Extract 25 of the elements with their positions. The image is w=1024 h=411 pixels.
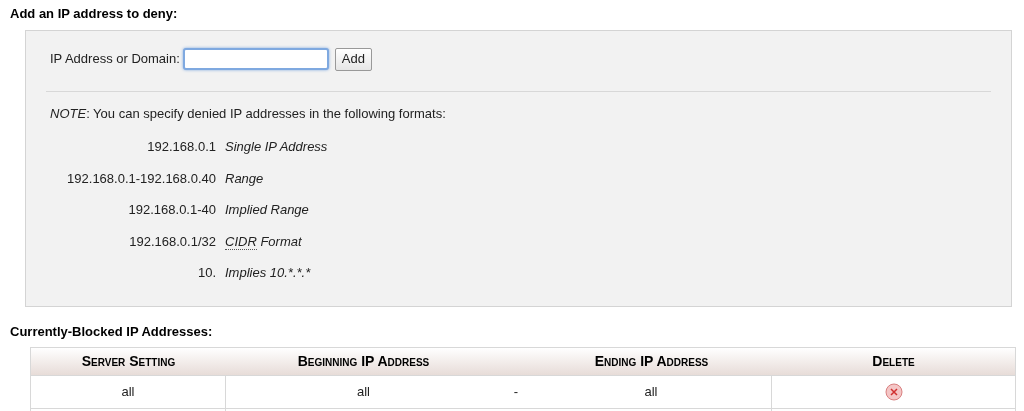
format-description: Range	[225, 169, 264, 188]
table-cell-text: all	[356, 383, 371, 402]
table-cell: all	[31, 376, 226, 408]
column-header: Server Setting	[80, 352, 177, 371]
format-description: Implies 10.*.*.*	[225, 264, 311, 282]
format-description: Implied Range	[225, 201, 309, 219]
format-description: Single IP Address	[225, 138, 328, 156]
format-example: 192.168.0.1	[146, 138, 216, 156]
range-dash: -	[512, 383, 520, 402]
column-header: Delete	[871, 352, 916, 371]
column-header: Beginning IP Address	[296, 352, 431, 371]
table-cell: all	[531, 376, 772, 408]
section-heading: Currently-Blocked IP Addresses:	[9, 322, 214, 341]
column-header: Ending IP Address	[593, 352, 710, 371]
note-text: NOTE: You can specify denied IP addresses in the following formats:	[49, 104, 447, 123]
format-example: 192.168.0.1/32	[128, 232, 216, 251]
format-example: 192.168.0.1-192.168.0.40	[66, 169, 216, 188]
ip-address-field[interactable]	[182, 48, 329, 70]
field-label: IP Address or Domain:	[50, 50, 180, 69]
section-heading: Add an IP address to deny:	[9, 5, 179, 23]
format-example: 10.	[196, 264, 216, 282]
format-example: 192.168.0.1-40	[127, 201, 216, 219]
format-description: CIDR Format	[225, 232, 302, 251]
delete-icon[interactable]	[884, 383, 903, 401]
add-button[interactable]: Add	[334, 47, 372, 71]
